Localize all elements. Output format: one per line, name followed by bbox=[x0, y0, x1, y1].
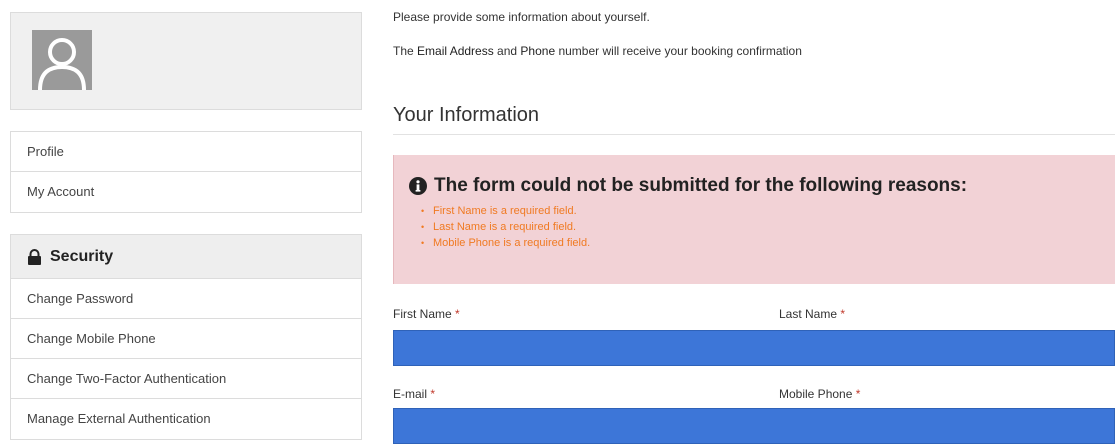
note-phone: Phone bbox=[520, 44, 556, 58]
last-name-label: Last Name * bbox=[779, 307, 845, 321]
note-and: and bbox=[493, 44, 521, 58]
error-last-name: Last Name is a required field. bbox=[421, 219, 590, 235]
note-email: Email Address bbox=[417, 44, 494, 58]
avatar[interactable] bbox=[32, 30, 92, 90]
booking-confirmation-note: The Email Address and Phone number will … bbox=[393, 44, 802, 58]
lock-icon bbox=[28, 248, 41, 265]
user-silhouette-icon bbox=[32, 30, 92, 90]
sidebar-item-change-password[interactable]: Change Password bbox=[11, 279, 361, 319]
sidebar-item-manage-external-auth[interactable]: Manage External Authentication bbox=[11, 399, 361, 439]
profile-avatar-panel bbox=[10, 12, 362, 110]
security-panel: Security Change Password Change Mobile P… bbox=[10, 234, 362, 440]
required-marker: * bbox=[855, 387, 861, 401]
validation-alert: The form could not be submitted for the … bbox=[393, 155, 1115, 284]
required-marker: * bbox=[455, 307, 460, 321]
mobile-phone-label: Mobile Phone * bbox=[779, 387, 860, 401]
error-first-name: First Name is a required field. bbox=[421, 203, 590, 219]
account-nav: Profile My Account bbox=[10, 131, 362, 213]
intro-text: Please provide some information about yo… bbox=[393, 10, 650, 24]
first-name-label: First Name * bbox=[393, 307, 460, 321]
first-name-input[interactable] bbox=[393, 330, 1115, 366]
security-header: Security bbox=[10, 234, 362, 278]
mobile-phone-label-text: Mobile Phone bbox=[779, 387, 853, 401]
section-divider bbox=[393, 134, 1115, 135]
note-prefix: The bbox=[393, 44, 418, 58]
sidebar-item-change-mobile-phone[interactable]: Change Mobile Phone bbox=[11, 319, 361, 359]
alert-title-row: The form could not be submitted for the … bbox=[409, 175, 967, 197]
note-suffix: number will receive your booking confirm… bbox=[555, 44, 802, 58]
security-nav: Change Password Change Mobile Phone Chan… bbox=[10, 278, 362, 440]
info-circle-icon bbox=[409, 177, 427, 195]
email-label: E-mail * bbox=[393, 387, 435, 401]
security-title: Security bbox=[50, 247, 114, 265]
last-name-label-text: Last Name bbox=[779, 307, 838, 321]
section-title: Your Information bbox=[393, 104, 540, 126]
email-input[interactable] bbox=[393, 408, 1115, 444]
alert-title: The form could not be submitted for the … bbox=[434, 175, 968, 196]
required-marker: * bbox=[430, 387, 436, 401]
email-label-text: E-mail bbox=[393, 387, 428, 401]
first-name-label-text: First Name bbox=[393, 307, 452, 321]
sidebar-item-change-two-factor[interactable]: Change Two-Factor Authentication bbox=[11, 359, 361, 399]
required-marker: * bbox=[840, 307, 846, 321]
sidebar-item-my-account[interactable]: My Account bbox=[11, 172, 361, 212]
sidebar-item-profile[interactable]: Profile bbox=[11, 132, 361, 172]
error-mobile-phone: Mobile Phone is a required field. bbox=[421, 235, 590, 251]
error-list: First Name is a required field. Last Nam… bbox=[421, 203, 590, 251]
